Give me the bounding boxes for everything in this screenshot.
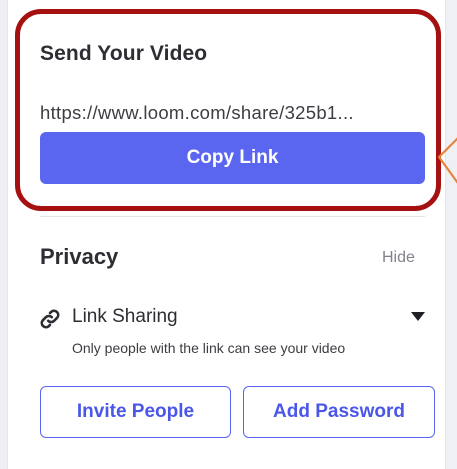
copy-link-button[interactable]: Copy Link bbox=[40, 132, 425, 184]
privacy-heading: Privacy bbox=[40, 244, 119, 269]
share-url-text: https://www.loom.com/share/325b1... bbox=[40, 102, 354, 123]
link-sharing-dropdown[interactable]: Link Sharing bbox=[38, 304, 430, 332]
hide-privacy-link[interactable]: Hide bbox=[382, 249, 415, 267]
add-password-button[interactable]: Add Password bbox=[243, 386, 435, 438]
link-sharing-description: Only people with the link can see your v… bbox=[72, 340, 346, 356]
arrow-annotation-icon bbox=[437, 137, 457, 184]
caret-down-icon bbox=[411, 312, 425, 321]
link-icon bbox=[40, 309, 60, 329]
send-video-title: Send Your Video bbox=[40, 42, 208, 65]
link-sharing-label: Link Sharing bbox=[72, 306, 178, 327]
invite-people-button[interactable]: Invite People bbox=[40, 386, 231, 438]
section-divider bbox=[40, 216, 425, 217]
